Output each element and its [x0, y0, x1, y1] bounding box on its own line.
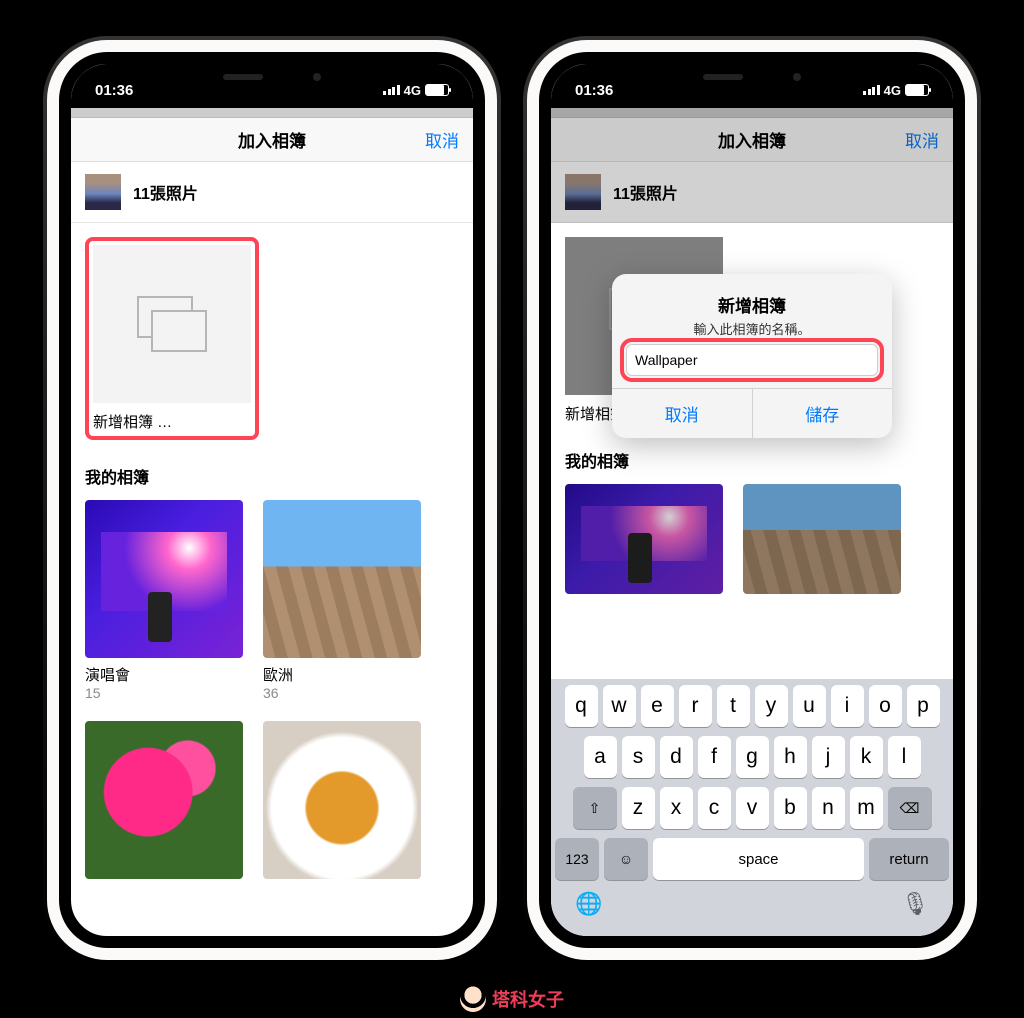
signal-icon: [383, 85, 400, 95]
album-item[interactable]: [743, 484, 901, 594]
key-h[interactable]: h: [774, 736, 807, 778]
keyboard-row-2: asdfghjkl: [555, 736, 949, 778]
album-item[interactable]: [85, 721, 243, 879]
key-t[interactable]: t: [717, 685, 750, 727]
stack-icon: [137, 296, 207, 352]
album-cover: [85, 721, 243, 879]
key-k[interactable]: k: [850, 736, 883, 778]
dialog-message: 輸入此相簿的名稱。: [630, 319, 874, 338]
selection-thumbnail: [565, 174, 601, 210]
new-album-label: 新增相簿 …: [93, 403, 251, 432]
key-a[interactable]: a: [584, 736, 617, 778]
cancel-button[interactable]: 取消: [905, 127, 939, 152]
backspace-key[interactable]: ⌫: [888, 787, 932, 829]
album-item[interactable]: 演唱會 15: [85, 500, 243, 701]
phone-left: 01:36 4G 加入相簿 取消 11張照片 新增相簿 … 我的相簿: [47, 40, 497, 960]
key-q[interactable]: q: [565, 685, 598, 727]
selection-summary: 11張照片: [71, 162, 473, 223]
cancel-button[interactable]: 取消: [425, 127, 459, 152]
album-cover: [565, 484, 723, 594]
album-count: 36: [263, 685, 421, 701]
selection-summary: 11張照片: [551, 162, 953, 223]
key-v[interactable]: v: [736, 787, 769, 829]
key-b[interactable]: b: [774, 787, 807, 829]
globe-icon[interactable]: 🌐: [575, 891, 602, 917]
album-item[interactable]: [565, 484, 723, 594]
phone-right: 01:36 4G 加入相簿 取消 11張照片 新增相簿 …: [527, 40, 977, 960]
network-label: 4G: [404, 83, 421, 98]
key-y[interactable]: y: [755, 685, 788, 727]
key-e[interactable]: e: [641, 685, 674, 727]
sheet-grabber-area: [551, 108, 953, 118]
album-cover: [85, 500, 243, 658]
status-time: 01:36: [575, 82, 613, 99]
album-cover: [263, 500, 421, 658]
album-item[interactable]: [263, 721, 421, 879]
keyboard-row-3: ⇧zxcvbnm⌫: [555, 787, 949, 829]
network-label: 4G: [884, 83, 901, 98]
shift-key[interactable]: ⇧: [573, 787, 617, 829]
emoji-key[interactable]: ☺: [604, 838, 648, 880]
watermark: 塔科女子: [460, 986, 564, 1012]
signal-icon: [863, 85, 880, 95]
key-l[interactable]: l: [888, 736, 921, 778]
nav-bar: 加入相簿 取消: [71, 118, 473, 162]
key-u[interactable]: u: [793, 685, 826, 727]
highlight-box: 新增相簿 …: [85, 237, 259, 440]
key-r[interactable]: r: [679, 685, 712, 727]
space-key[interactable]: space: [653, 838, 864, 880]
key-f[interactable]: f: [698, 736, 731, 778]
nav-title: 加入相簿: [718, 127, 786, 152]
album-cover: [743, 484, 901, 594]
key-x[interactable]: x: [660, 787, 693, 829]
album-item[interactable]: 歐洲 36: [263, 500, 421, 701]
new-album-dialog: 新增相簿 輸入此相簿的名稱。 取消 儲存: [612, 274, 892, 438]
selection-count: 11張照片: [613, 180, 678, 204]
keyboard: qwertyuiop asdfghjkl ⇧zxcvbnm⌫ 123 ☺ spa…: [551, 679, 953, 936]
watermark-avatar: [460, 986, 486, 1012]
watermark-text: 塔科女子: [492, 986, 564, 1012]
selection-thumbnail: [85, 174, 121, 210]
key-i[interactable]: i: [831, 685, 864, 727]
album-name-input[interactable]: [626, 344, 878, 376]
content-area: 新增相簿 … 我的相簿 演唱會 15 歐洲 36: [71, 223, 473, 893]
new-album-tile[interactable]: 新增相簿 …: [93, 245, 251, 432]
key-d[interactable]: d: [660, 736, 693, 778]
key-j[interactable]: j: [812, 736, 845, 778]
key-w[interactable]: w: [603, 685, 636, 727]
key-o[interactable]: o: [869, 685, 902, 727]
sheet-grabber-area: [71, 108, 473, 118]
key-z[interactable]: z: [622, 787, 655, 829]
return-key[interactable]: return: [869, 838, 949, 880]
key-p[interactable]: p: [907, 685, 940, 727]
key-s[interactable]: s: [622, 736, 655, 778]
dialog-cancel-button[interactable]: 取消: [612, 389, 752, 438]
nav-title: 加入相簿: [238, 127, 306, 152]
keyboard-row-1: qwertyuiop: [555, 685, 949, 727]
album-name: 歐洲: [263, 664, 421, 685]
device-notch: [672, 64, 832, 90]
album-cover: [263, 721, 421, 879]
mic-icon[interactable]: 🎙: [901, 891, 929, 917]
battery-icon: [905, 84, 929, 96]
battery-icon: [425, 84, 449, 96]
dialog-save-button[interactable]: 儲存: [752, 389, 893, 438]
key-g[interactable]: g: [736, 736, 769, 778]
key-n[interactable]: n: [812, 787, 845, 829]
status-time: 01:36: [95, 82, 133, 99]
album-count: 15: [85, 685, 243, 701]
dialog-title: 新增相簿: [630, 292, 874, 317]
key-c[interactable]: c: [698, 787, 731, 829]
album-name: 演唱會: [85, 664, 243, 685]
my-albums-header: 我的相簿: [85, 464, 459, 488]
selection-count: 11張照片: [133, 180, 198, 204]
numbers-key[interactable]: 123: [555, 838, 599, 880]
my-albums-header: 我的相簿: [565, 448, 939, 472]
key-m[interactable]: m: [850, 787, 883, 829]
nav-bar: 加入相簿 取消: [551, 118, 953, 162]
device-notch: [192, 64, 352, 90]
